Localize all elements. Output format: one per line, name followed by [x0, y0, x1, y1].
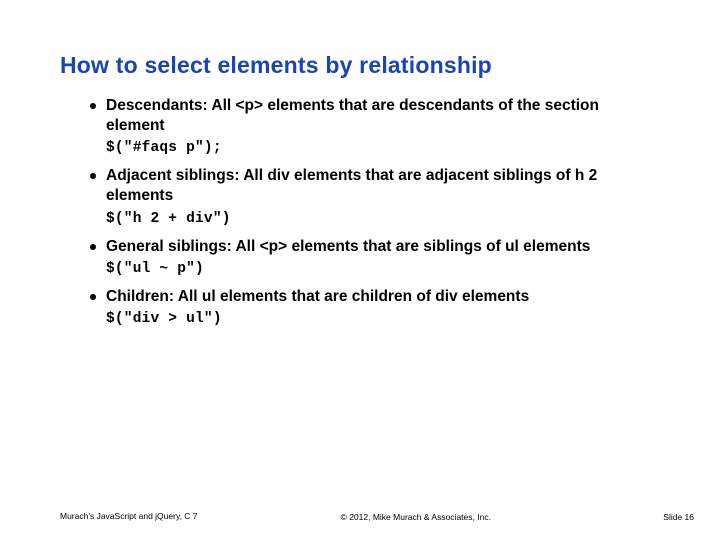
section-adjacent-siblings: Adjacent siblings: All div elements that…: [90, 166, 650, 226]
bullet-icon: [90, 173, 96, 179]
section-children: Children: All ul elements that are child…: [90, 287, 650, 327]
bullet-icon: [90, 244, 96, 250]
section-desc: Children: All ul elements that are child…: [106, 287, 529, 307]
section-descendants: Descendants: All <p> elements that are d…: [90, 96, 650, 156]
footer-right: Slide 16: [634, 512, 694, 522]
section-desc: Adjacent siblings: All div elements that…: [106, 166, 650, 206]
section-code: $("h 2 + div"): [106, 211, 650, 227]
section-general-siblings: General siblings: All <p> elements that …: [90, 237, 650, 277]
bullet-row: General siblings: All <p> elements that …: [90, 237, 650, 257]
footer-center: © 2012, Mike Murach & Associates, Inc.: [198, 512, 634, 522]
section-code: $("ul ~ p"): [106, 261, 650, 277]
slide: How to select elements by relationship D…: [0, 0, 720, 540]
bullet-row: Descendants: All <p> elements that are d…: [90, 96, 650, 136]
section-desc: General siblings: All <p> elements that …: [106, 237, 590, 257]
bullet-row: Adjacent siblings: All div elements that…: [90, 166, 650, 206]
section-code: $("#faqs p");: [106, 140, 650, 156]
slide-title: How to select elements by relationship: [60, 52, 492, 79]
section-code: $("div > ul"): [106, 311, 650, 327]
bullet-icon: [90, 103, 96, 109]
slide-content: Descendants: All <p> elements that are d…: [90, 96, 650, 337]
footer-left: Murach's JavaScript and jQuery, C 7: [60, 511, 198, 522]
section-desc: Descendants: All <p> elements that are d…: [106, 96, 650, 136]
bullet-row: Children: All ul elements that are child…: [90, 287, 650, 307]
bullet-icon: [90, 294, 96, 300]
slide-footer: Murach's JavaScript and jQuery, C 7 © 20…: [60, 511, 694, 522]
